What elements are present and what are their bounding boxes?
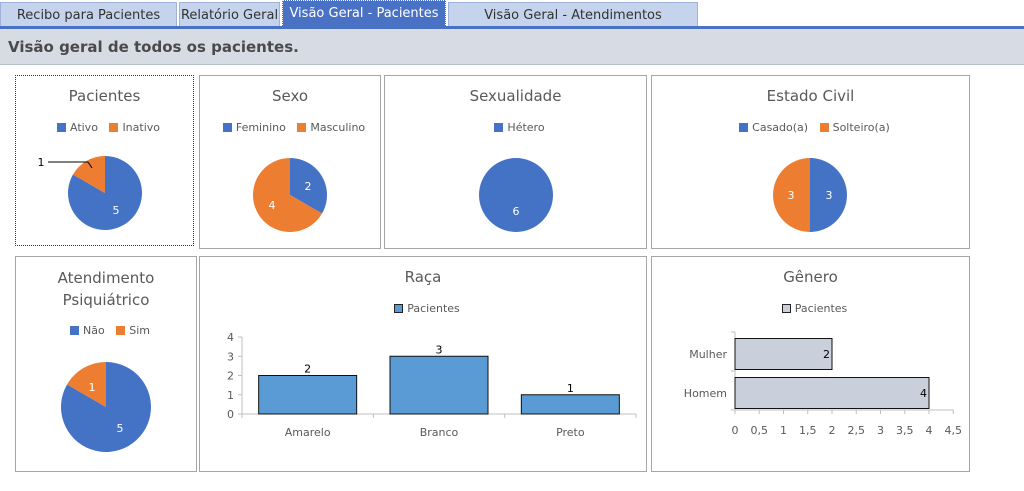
pie-data-label: 3 <box>826 189 833 202</box>
chart-pacientes[interactable]: Pacientes Ativo Inativo 5 1 <box>15 75 194 246</box>
y-tick-label: Homem <box>684 387 727 400</box>
pie-svg: 2 4 <box>253 158 327 232</box>
x-tick-label: 3 <box>877 424 884 437</box>
y-tick-label: 3 <box>227 350 234 363</box>
tab-bar: Recibo para Pacientes Relatório Geral Vi… <box>0 0 1024 28</box>
y-tick-label: 1 <box>227 389 234 402</box>
x-tick-label: 0,5 <box>751 424 769 437</box>
bar-data-label: 1 <box>567 382 574 395</box>
y-tick-label: 2 <box>227 370 234 383</box>
bar-data-label: 4 <box>920 387 927 400</box>
pie-svg: 5 1 <box>60 362 151 452</box>
tab-label: Visão Geral - Pacientes <box>289 6 439 21</box>
bar-data-label: 3 <box>436 343 443 356</box>
pie-data-label: 4 <box>269 199 276 212</box>
tab-label: Recibo para Pacientes <box>16 7 161 23</box>
x-tick-label: 0 <box>732 424 739 437</box>
chart-raca[interactable]: Raça Pacientes 01234 2 Amarelo 3 Branco 1 Pre… <box>199 256 647 472</box>
x-tick-label: 4,5 <box>945 424 963 437</box>
y-tick-label: 4 <box>227 331 234 344</box>
pie-data-label: 5 <box>113 204 120 217</box>
x-tick-label: 1,5 <box>799 424 817 437</box>
chart-genero[interactable]: Gênero Pacientes 0 0,5 1 1,5 2 2,5 3 3,5 4 4,5 2M… <box>651 256 970 472</box>
bar-svg: 0 0,5 1 1,5 2 2,5 3 3,5 4 4,5 2 Mulher 4 Homem <box>684 331 963 437</box>
tab-visao-geral-pacientes[interactable]: Visão Geral - Pacientes <box>282 0 446 27</box>
pie-data-label: 3 <box>788 189 795 202</box>
page-title: Visão geral de todos os pacientes. <box>8 38 299 56</box>
pie-data-label: 5 <box>117 422 124 435</box>
x-tick-label: 3,5 <box>896 424 914 437</box>
pie-data-label: 2 <box>305 180 312 193</box>
tab-visao-geral-atendimentos[interactable]: Visão Geral - Atendimentos <box>448 2 698 27</box>
y-tick-label: 0 <box>227 408 234 421</box>
x-tick-label: 4 <box>926 424 933 437</box>
x-tick-label: 2,5 <box>848 424 866 437</box>
bar <box>734 377 930 409</box>
x-tick-label: 2 <box>829 424 836 437</box>
pie-svg: 5 1 <box>38 156 142 230</box>
pie-slice <box>479 158 553 232</box>
pie-data-label: 1 <box>38 156 45 169</box>
x-tick-label: 1 <box>780 424 787 437</box>
y-tick-label: Mulher <box>689 348 727 361</box>
bar <box>389 355 489 415</box>
pie-data-label: 1 <box>89 381 96 394</box>
tab-label: Visão Geral - Atendimentos <box>484 7 662 23</box>
bar <box>734 338 833 370</box>
pie-svg: 3 3 <box>773 158 847 232</box>
pie-svg: 6 <box>479 158 553 232</box>
bar <box>258 375 358 415</box>
tab-recibo-pacientes[interactable]: Recibo para Pacientes <box>0 2 177 27</box>
chart-sexo[interactable]: Sexo Feminino Masculino 2 4 <box>199 75 381 249</box>
bar-data-label: 2 <box>304 363 311 376</box>
chart-estado-civil[interactable]: Estado Civil Casado(a) Solteiro(a) 3 3 <box>651 75 970 249</box>
page-header: Visão geral de todos os pacientes. <box>0 29 1024 65</box>
bar-svg: 0 1 2 3 4 2 Amarelo 3 Branco 1 Preto <box>227 331 637 439</box>
chart-atendimento-psiquiatrico[interactable]: Atendimento Psiquiátrico Não Sim 5 1 <box>15 256 197 472</box>
pie-data-label: 6 <box>513 205 520 218</box>
tab-relatorio-geral[interactable]: Relatório Geral <box>179 2 280 27</box>
chart-sexualidade[interactable]: Sexualidade Hétero 6 <box>384 75 647 249</box>
bar-data-label: 2 <box>823 348 830 361</box>
x-tick-label: Branco <box>420 426 459 439</box>
bar <box>520 394 620 415</box>
x-tick-label: Amarelo <box>285 426 331 439</box>
tab-label: Relatório Geral <box>180 7 279 23</box>
x-tick-label: Preto <box>556 426 585 439</box>
